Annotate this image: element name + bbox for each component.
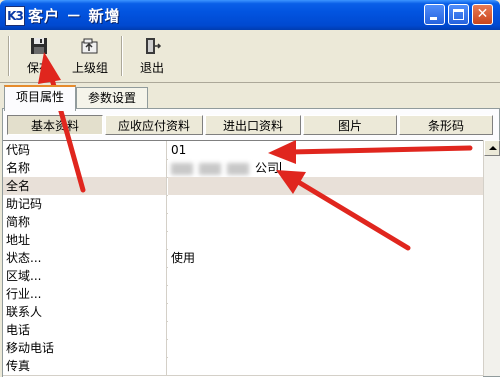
close-button[interactable]: ✕ xyxy=(472,4,493,25)
grid-row-mobile[interactable]: 移动电话 xyxy=(3,339,483,358)
parent-group-button[interactable]: 上级组 xyxy=(66,34,114,78)
contact-field[interactable] xyxy=(168,303,483,321)
save-button[interactable]: 保存 xyxy=(18,34,60,78)
save-label: 保存 xyxy=(26,61,51,75)
grid-row-short-name[interactable]: 简称 xyxy=(3,213,483,232)
field-label: 移动电话 xyxy=(3,339,167,357)
grid-row-phone[interactable]: 电话 xyxy=(3,321,483,340)
vertical-scrollbar[interactable] xyxy=(483,140,500,376)
grid-row-region[interactable]: 区域... xyxy=(3,267,483,286)
minimize-button[interactable] xyxy=(424,4,445,25)
field-label: 代码 xyxy=(3,141,167,159)
client-new-window: K3 客户 － 新增 ✕ 保存 上级组 退出 项目属性 参数设置 基本资料 应收… xyxy=(0,0,500,377)
redacted-text xyxy=(227,162,249,175)
exit-label: 退出 xyxy=(139,61,164,75)
grid-row-industry[interactable]: 行业... xyxy=(3,285,483,304)
grid-row-contact[interactable]: 联系人 xyxy=(3,303,483,322)
close-icon: ✕ xyxy=(476,6,489,22)
status-field[interactable]: 使用 xyxy=(168,249,483,267)
arrow-up-icon xyxy=(489,146,497,150)
subtab-picture[interactable]: 图片 xyxy=(303,115,397,135)
mnemonic-field[interactable] xyxy=(168,195,483,213)
grid-row-status[interactable]: 状态... 使用 xyxy=(3,249,483,268)
toolbar-separator xyxy=(121,36,123,76)
field-label: 简称 xyxy=(3,213,167,231)
window-title: 客户 － 新增 xyxy=(28,7,121,25)
field-label: 状态... xyxy=(3,249,167,267)
field-label: 联系人 xyxy=(3,303,167,321)
short-name-field[interactable] xyxy=(168,213,483,231)
toolbar-separator xyxy=(8,36,10,76)
fax-field[interactable] xyxy=(168,357,483,375)
text-caret xyxy=(280,162,282,175)
grid-row-fax[interactable]: 传真 xyxy=(3,357,483,376)
subtab-receivable-payable[interactable]: 应收应付资料 xyxy=(105,115,203,135)
app-logo-icon: K3 xyxy=(5,6,25,26)
field-label: 名称 xyxy=(3,159,167,177)
mobile-field[interactable] xyxy=(168,339,483,357)
tab-parameter-settings[interactable]: 参数设置 xyxy=(76,87,148,108)
field-label: 区域... xyxy=(3,267,167,285)
field-label: 传真 xyxy=(3,357,167,375)
property-grid: 代码 01 名称 公司 全名 助记码 简称 地址 状态... 使用 区域... … xyxy=(3,140,483,377)
subtab-barcode[interactable]: 条形码 xyxy=(399,115,493,135)
subtab-basic-info[interactable]: 基本资料 xyxy=(7,115,103,135)
properties-panel: 基本资料 应收应付资料 进出口资料 图片 条形码 代码 01 名称 公司 全名 … xyxy=(2,108,500,377)
title-bar[interactable]: K3 客户 － 新增 ✕ xyxy=(0,0,500,30)
phone-field[interactable] xyxy=(168,321,483,339)
name-field-text: 公司 xyxy=(255,161,280,175)
field-label: 行业... xyxy=(3,285,167,303)
address-field[interactable] xyxy=(168,231,483,249)
exit-button[interactable]: 退出 xyxy=(131,34,173,78)
minimize-icon xyxy=(430,17,437,20)
grid-row-name[interactable]: 名称 公司 xyxy=(3,159,483,178)
maximize-button[interactable] xyxy=(448,4,469,25)
redacted-text xyxy=(171,162,193,175)
exit-door-icon xyxy=(146,38,162,54)
redacted-text xyxy=(199,162,221,175)
folder-up-icon xyxy=(81,38,98,54)
sub-tabs: 基本资料 应收应付资料 进出口资料 图片 条形码 xyxy=(7,115,497,137)
maximize-icon xyxy=(453,9,464,20)
field-label: 全名 xyxy=(3,177,167,195)
fullname-field[interactable] xyxy=(168,177,483,195)
field-label: 助记码 xyxy=(3,195,167,213)
toolbar: 保存 上级组 退出 xyxy=(0,30,500,83)
name-field[interactable]: 公司 xyxy=(168,159,483,177)
grid-row-code[interactable]: 代码 01 xyxy=(3,141,483,160)
tab-project-properties[interactable]: 项目属性 xyxy=(4,85,76,111)
field-label: 地址 xyxy=(3,231,167,249)
code-field[interactable]: 01 xyxy=(168,141,483,159)
grid-row-address[interactable]: 地址 xyxy=(3,231,483,250)
scroll-up-button[interactable] xyxy=(484,140,500,156)
industry-field[interactable] xyxy=(168,285,483,303)
region-field[interactable] xyxy=(168,267,483,285)
subtab-import-export[interactable]: 进出口资料 xyxy=(205,115,301,135)
floppy-disk-icon xyxy=(31,38,47,54)
parent-group-label: 上级组 xyxy=(71,61,108,75)
grid-row-mnemonic[interactable]: 助记码 xyxy=(3,195,483,214)
main-tabs: 项目属性 参数设置 xyxy=(0,83,500,111)
field-label: 电话 xyxy=(3,321,167,339)
grid-row-fullname[interactable]: 全名 xyxy=(3,177,483,196)
